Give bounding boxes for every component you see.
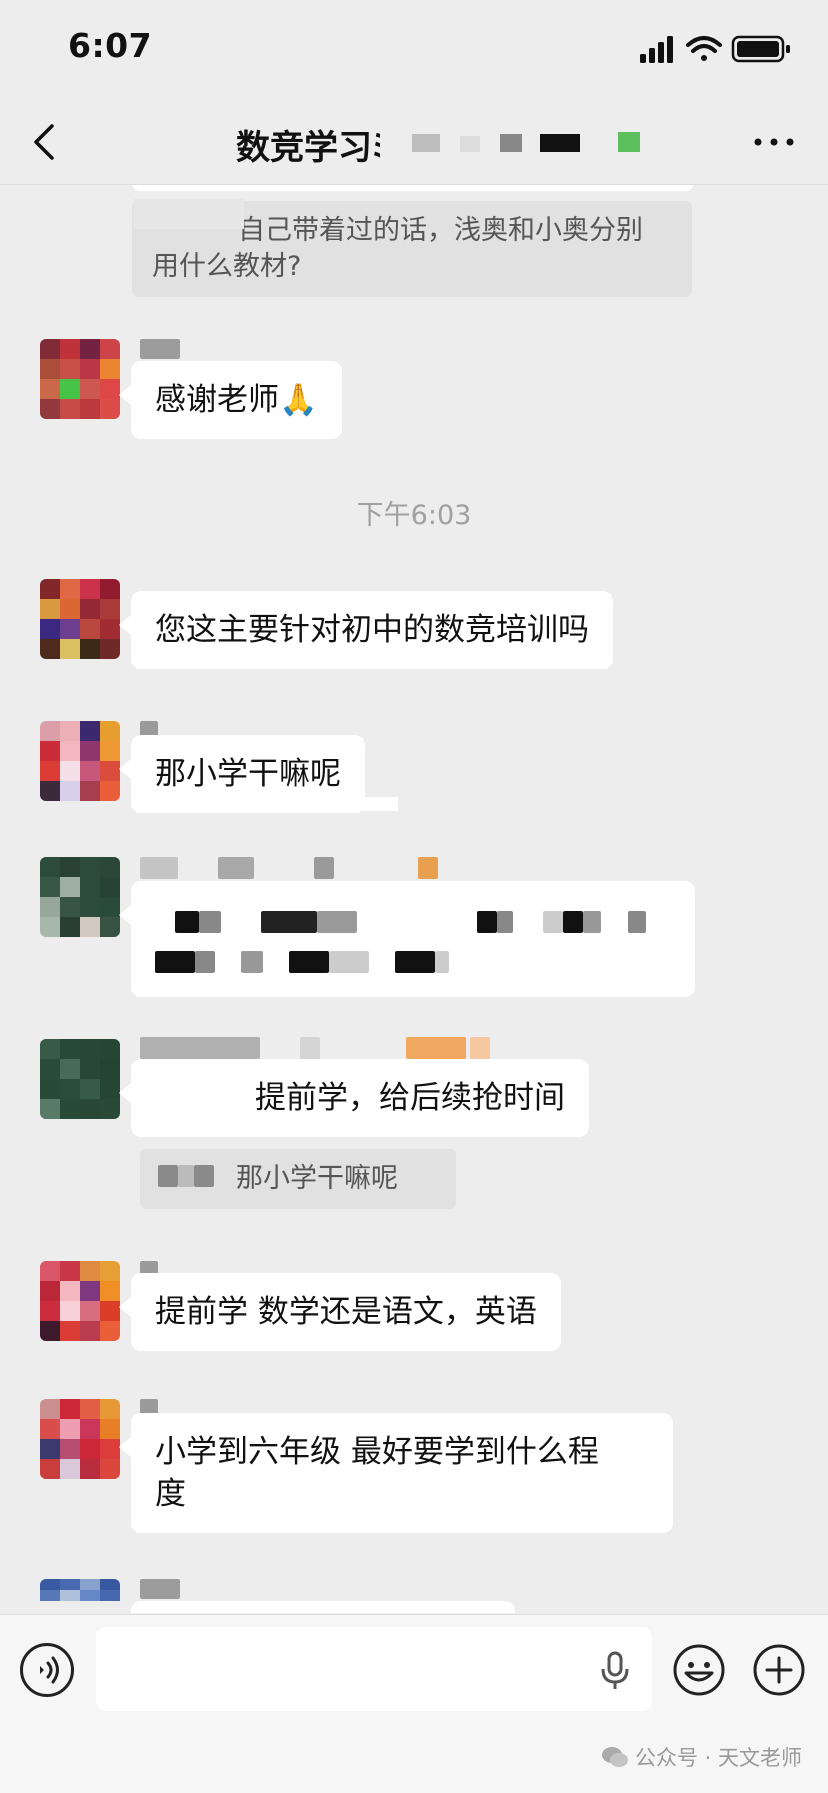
sender-name-redaction <box>140 1579 180 1599</box>
emoji-button[interactable] <box>672 1643 726 1697</box>
voice-icon <box>40 1656 59 1684</box>
avatar[interactable] <box>40 1579 120 1613</box>
message-text: 度 <box>155 1476 186 1512</box>
nav-bar: 数竞学习ﾐ <box>0 100 828 185</box>
message-text: 您这主要针对初中的数竞培训吗 <box>155 612 589 648</box>
wechat-icon <box>601 1747 628 1767</box>
voice-button[interactable] <box>20 1643 74 1697</box>
plus-button[interactable] <box>752 1643 806 1697</box>
redaction-line <box>155 899 671 939</box>
redaction-strip <box>138 797 398 811</box>
message-bubble[interactable]: 您这主要针对初中的数竞培训吗 <box>119 591 613 669</box>
message-bubble[interactable]: 提前学 数学还是语文，英语 <box>119 1273 561 1351</box>
chat-area[interactable]: 自己带着过的话，浅奥和小奥分别 用什么教材? 感谢老师🙏 下午6:03 您这主要… <box>0 185 828 1613</box>
avatar[interactable] <box>40 1039 120 1119</box>
message-text: 小学到六年级 最好要学到什么程 <box>155 1434 599 1470</box>
back-arrow-icon <box>34 124 54 160</box>
message-text: 感谢老师 <box>155 382 279 418</box>
time-separator: 下午6:03 <box>356 500 472 531</box>
more-button[interactable] <box>750 124 798 160</box>
message-bubble[interactable]: 感谢老师🙏 <box>119 361 342 439</box>
signal-icon <box>640 36 673 63</box>
chat-title: 数竞学习ﾐ <box>236 128 389 168</box>
avatar[interactable] <box>40 579 120 659</box>
quote-text: 那小学干嘛呢 <box>236 1163 398 1194</box>
avatar[interactable] <box>40 1399 120 1479</box>
quote-line: 用什么教材? <box>152 251 302 282</box>
title-redaction <box>380 112 670 172</box>
message-input[interactable] <box>96 1627 652 1711</box>
pray-emoji: 🙏 <box>279 382 318 418</box>
redaction-line <box>155 939 671 979</box>
emoji-icon <box>673 1644 725 1696</box>
wifi-icon <box>686 36 722 61</box>
status-icons <box>638 32 798 66</box>
partial-bubble <box>132 185 694 191</box>
message-bubble[interactable]: 提前学，给后续抢时间 <box>119 1059 589 1137</box>
watermark-text: 公众号 · 天文老师 <box>634 1746 802 1770</box>
sender-name-redaction <box>140 339 180 359</box>
quote-sender-redaction <box>134 199 244 229</box>
watermark: 公众号 · 天文老师 <box>601 1742 802 1772</box>
message-text: 那小学干嘛呢 <box>155 756 341 792</box>
sender-name-redaction <box>140 1037 520 1059</box>
plus-icon <box>753 1644 805 1696</box>
redacted-message-bubble[interactable] <box>119 881 695 997</box>
message-text: 提前学，给后续抢时间 <box>255 1080 565 1116</box>
more-dots-icon <box>754 138 794 146</box>
mic-icon[interactable] <box>600 1651 630 1691</box>
status-time: 6:07 <box>68 26 153 65</box>
avatar[interactable] <box>40 1261 120 1341</box>
battery-icon <box>731 35 790 63</box>
quote-sender-redaction <box>158 1165 220 1187</box>
avatar[interactable] <box>40 721 120 801</box>
back-button[interactable] <box>26 122 66 162</box>
partial-bubble <box>131 1601 515 1613</box>
avatar[interactable] <box>40 857 120 937</box>
avatar[interactable] <box>40 339 120 419</box>
sender-name-redaction <box>140 857 520 879</box>
message-text: 提前学 数学还是语文，英语 <box>155 1294 537 1330</box>
message-bubble[interactable]: 小学到六年级 最好要学到什么程 度 <box>119 1413 673 1533</box>
